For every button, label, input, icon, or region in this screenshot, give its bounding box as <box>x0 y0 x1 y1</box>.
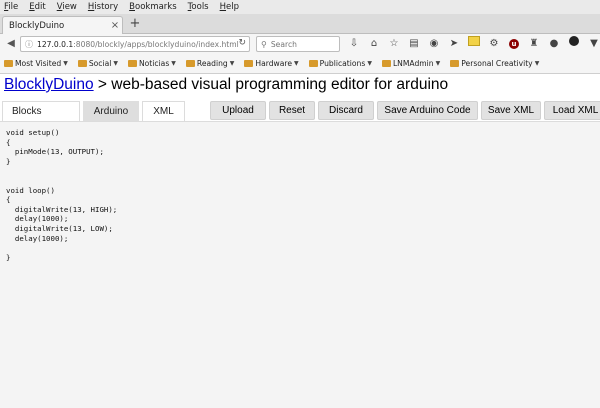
chevron-down-icon: ▼ <box>171 60 176 67</box>
blocklyduino-link[interactable]: BlocklyDuino <box>4 76 94 93</box>
download-icon[interactable]: ⇩ <box>344 36 364 52</box>
folder-icon <box>185 60 195 67</box>
menu-settings-icon[interactable]: ⚙ <box>484 36 504 52</box>
bookmark-noticias[interactable]: Noticias ▼ <box>127 59 176 68</box>
bookmark-most-visited[interactable]: Most Visited ▼ <box>4 59 68 68</box>
save-arduino-code-button[interactable]: Save Arduino Code <box>377 101 478 120</box>
url-host: 127.0.0.1 <box>37 39 74 49</box>
menu-bookmarks[interactable]: Bookmarks <box>129 2 177 12</box>
folder-icon <box>308 60 318 67</box>
close-tab-icon[interactable]: × <box>108 20 122 31</box>
menu-history[interactable]: History <box>88 2 118 12</box>
info-icon[interactable]: ⓘ <box>25 39 33 50</box>
save-xml-button[interactable]: Save XML <box>481 101 541 120</box>
extensions-menu-icon[interactable]: ▼ <box>584 36 600 52</box>
chevron-down-icon: ▼ <box>294 60 299 67</box>
url-bar[interactable]: ⓘ 127.0.0.1:8080/blockly/apps/blocklydui… <box>20 36 250 52</box>
url-path: :8080/blockly/apps/blocklyduino/index.ht… <box>73 39 239 49</box>
bookmark-social[interactable]: Social ▼ <box>77 59 118 68</box>
folder-icon <box>127 60 137 67</box>
action-buttons: Upload Reset Discard Save Arduino Code S… <box>210 101 600 120</box>
search-icon: ⚲ <box>261 39 267 49</box>
search-box[interactable]: ⚲ <box>256 36 340 52</box>
search-input[interactable] <box>270 39 331 49</box>
bookmark-reading[interactable]: Reading ▼ <box>185 59 235 68</box>
chevron-down-icon: ▼ <box>435 60 441 67</box>
menu-view[interactable]: View <box>57 2 77 12</box>
extension-icon[interactable] <box>564 36 584 52</box>
reset-button[interactable]: Reset <box>269 101 315 120</box>
menu-help[interactable]: Help <box>220 2 239 12</box>
menu-edit[interactable]: Edit <box>29 2 45 12</box>
shield-icon[interactable]: ♜ <box>524 36 544 52</box>
chevron-down-icon: ▼ <box>113 60 118 67</box>
tab-blocks[interactable]: Blocks <box>2 101 80 121</box>
send-icon[interactable]: ➤ <box>444 36 464 52</box>
folder-icon <box>4 60 13 67</box>
discard-button[interactable]: Discard <box>318 101 374 120</box>
tab-arduino[interactable]: Arduino <box>83 101 139 121</box>
arduino-code-area[interactable]: void setup() { pinMode(13, OUTPUT); } vo… <box>0 121 600 408</box>
bookmark-publications[interactable]: Publications ▼ <box>308 59 372 68</box>
browser-tab[interactable]: BlocklyDuino × <box>2 16 123 34</box>
library-icon[interactable]: ▤ <box>404 36 424 52</box>
bookmark-lnmadmin[interactable]: LNMAdmin ▼ <box>381 59 441 68</box>
screenshot-icon[interactable] <box>464 36 484 52</box>
nav-bar: ◀ ⓘ 127.0.0.1:8080/blockly/apps/blocklyd… <box>0 34 600 54</box>
folder-icon <box>381 60 391 67</box>
load-xml-button[interactable]: Load XML <box>544 101 600 120</box>
folder-icon <box>244 60 254 67</box>
menu-file[interactable]: File <box>4 2 18 12</box>
reload-icon[interactable]: ↻ <box>238 38 246 48</box>
page-title: BlocklyDuino > web-based visual programm… <box>4 76 448 94</box>
tab-strip: BlocklyDuino × + <box>0 14 600 34</box>
chevron-down-icon: ▼ <box>229 60 235 67</box>
home-icon[interactable]: ⌂ <box>364 36 384 52</box>
chevron-down-icon: ▼ <box>534 60 540 67</box>
folder-icon <box>450 60 460 67</box>
tab-xml[interactable]: XML <box>142 101 185 121</box>
bookmark-personal-creativity[interactable]: Personal Creativity ▼ <box>450 59 539 68</box>
ublock-icon[interactable]: u <box>504 36 524 52</box>
bookmark-hardware[interactable]: Hardware ▼ <box>244 59 299 68</box>
chevron-down-icon: ▼ <box>63 60 68 67</box>
chevron-down-icon: ▼ <box>367 60 372 67</box>
page-title-text: > web-based visual programming editor fo… <box>93 76 449 93</box>
arduino-code[interactable]: void setup() { pinMode(13, OUTPUT); } vo… <box>6 128 600 262</box>
menu-bar: File Edit View History Bookmarks Tools H… <box>0 0 600 14</box>
bookmarks-bar: Most Visited ▼ Social ▼ Noticias ▼ Reading ▼… <box>0 54 600 74</box>
browser-tab-title: BlocklyDuino <box>9 20 65 31</box>
folder-icon <box>77 60 87 67</box>
chat-icon[interactable]: ● <box>544 36 564 52</box>
menu-tools[interactable]: Tools <box>188 2 209 12</box>
upload-button[interactable]: Upload <box>210 101 266 120</box>
new-tab-button[interactable]: + <box>127 16 143 32</box>
toolbar-icons: ⇩ ⌂ ☆ ▤ ◉ ➤ ⚙ u ♜ ● ▼ » <box>344 36 600 52</box>
pocket-icon[interactable]: ◉ <box>424 36 444 52</box>
back-arrow-icon[interactable]: ◀ <box>4 37 18 51</box>
bookmark-star-icon[interactable]: ☆ <box>384 36 404 52</box>
